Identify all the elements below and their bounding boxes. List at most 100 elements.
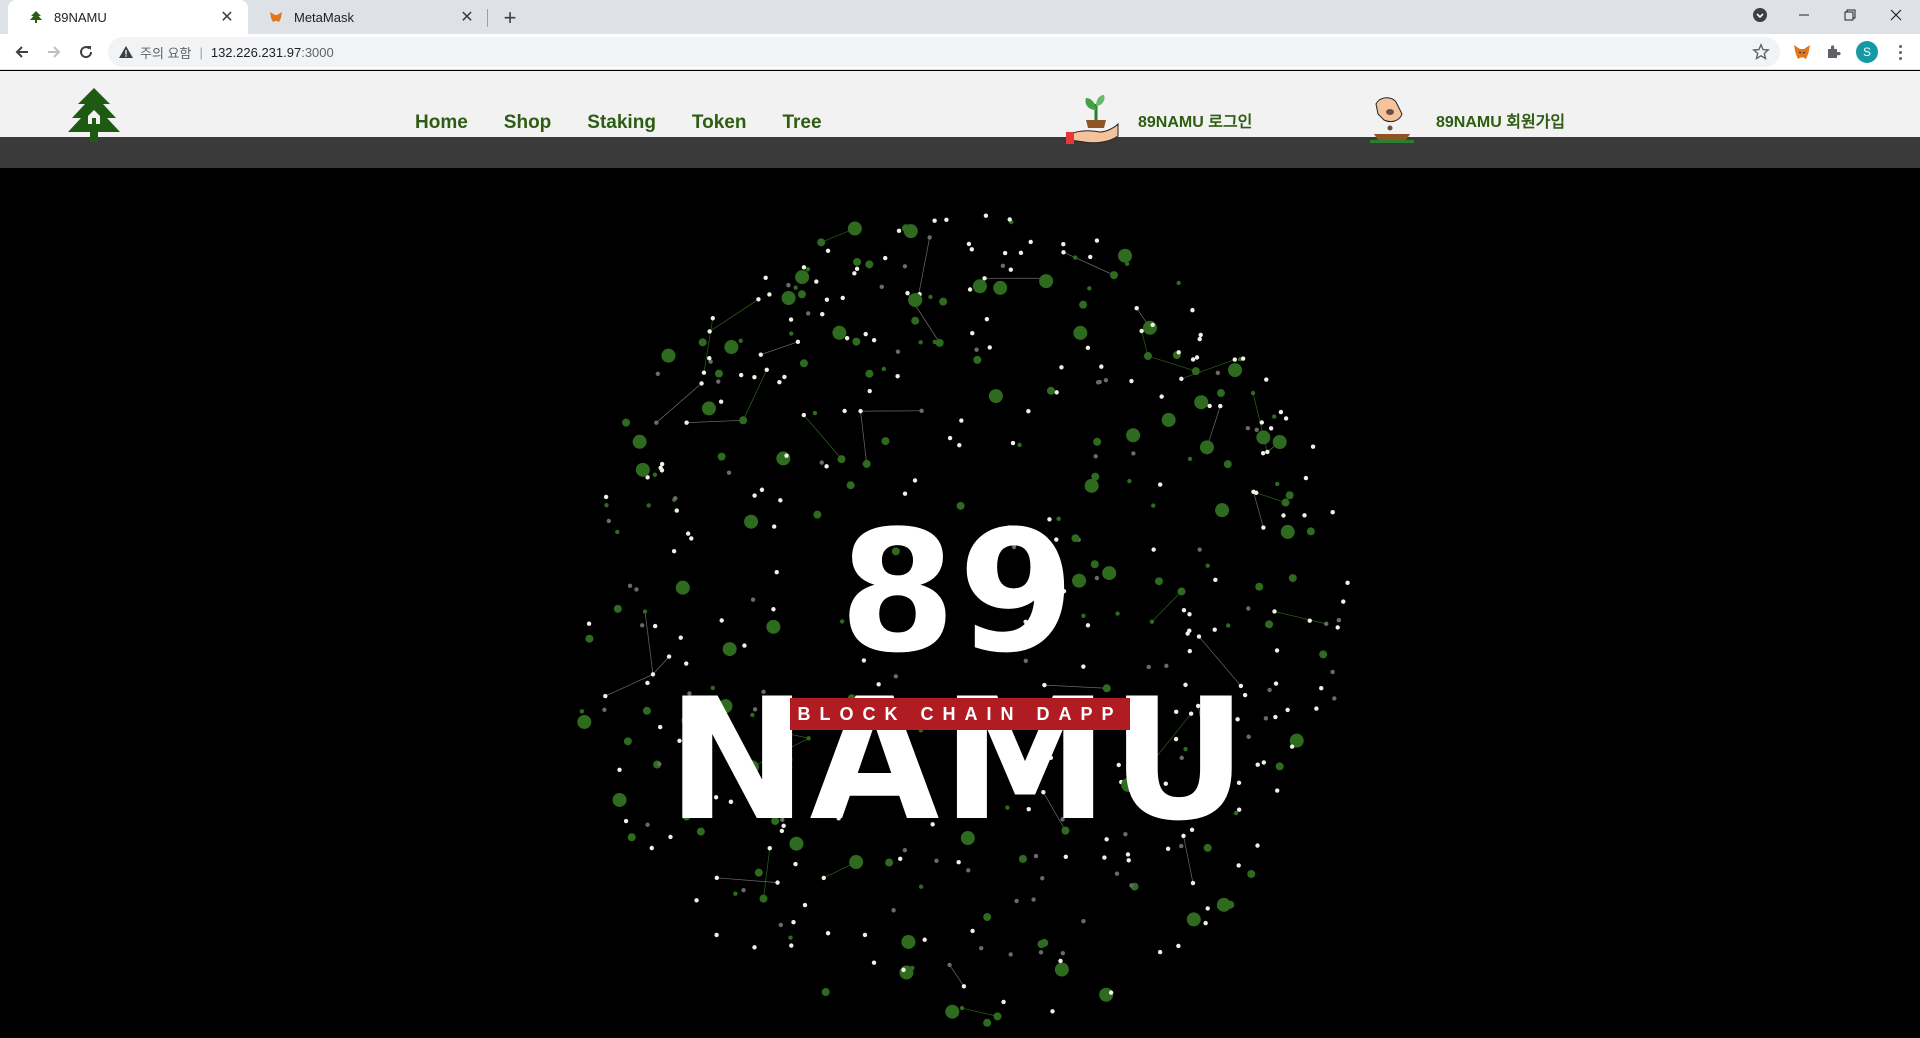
network-node [919,408,924,414]
network-node [1097,379,1102,385]
network-node [795,270,810,285]
network-node [1176,350,1181,355]
network-node [959,1005,965,1011]
reload-button[interactable] [72,38,100,66]
network-node [738,338,743,343]
network-node [1001,999,1006,1005]
network-node [754,868,763,877]
metamask-extension-icon[interactable] [1792,42,1812,62]
network-node [1008,267,1014,272]
browser-menu-button[interactable] [1890,40,1910,64]
restore-icon [1844,9,1856,21]
network-node [956,860,961,865]
network-link [709,299,759,332]
network-node [1161,412,1176,427]
tab-metamask[interactable]: MetaMask ✕ [248,0,488,34]
network-node [776,451,791,466]
network-node [961,984,967,989]
network-link [686,419,744,423]
tab-search-button[interactable] [1738,0,1782,30]
network-link [1147,355,1196,372]
nav-staking[interactable]: Staking [587,112,656,134]
network-node [1240,356,1246,361]
new-tab-button[interactable]: + [496,4,524,32]
network-node [1081,918,1086,924]
network-node [928,294,933,300]
puzzle-extensions-icon[interactable] [1824,42,1844,62]
browser-tab-strip: 89NAMU ✕ MetaMask ✕ + [0,0,1920,34]
network-node [824,464,829,469]
network-node [825,248,831,253]
network-link [760,341,799,355]
network-node [649,845,654,851]
restore-button[interactable] [1828,0,1872,30]
network-node [1271,414,1277,419]
network-node [784,453,789,458]
network-node [1129,883,1134,888]
network-node [959,418,964,423]
network-link [949,964,965,987]
warning-triangle-icon [119,46,133,58]
network-node [837,455,846,464]
network-node [983,213,989,218]
security-status-text[interactable]: 주의 요함 [140,43,191,62]
network-node [1179,376,1184,381]
network-node [752,374,757,380]
network-node [724,340,739,355]
close-window-button[interactable] [1874,0,1918,30]
tab-title: 89NAMU [54,9,107,25]
site-header [0,71,1920,137]
tab-89namu[interactable]: 89NAMU ✕ [8,0,248,34]
nav-home[interactable]: Home [415,112,468,134]
network-node [911,316,920,325]
network-node [984,316,990,322]
network-node [844,335,850,341]
network-node [718,399,724,404]
network-node [1017,442,1022,448]
network-node [902,224,911,233]
network-node [865,260,874,269]
back-button[interactable] [8,38,36,66]
network-node [901,967,906,973]
network-node [788,317,794,322]
network-node [1195,396,1204,405]
network-link [917,237,930,300]
network-node [1050,1009,1055,1014]
close-tab-icon[interactable]: ✕ [218,8,236,26]
profile-avatar[interactable]: S [1856,41,1878,63]
network-node [1259,420,1264,425]
close-tab-icon[interactable]: ✕ [458,8,476,26]
network-node [969,247,975,252]
network-node [767,292,772,297]
signup-link[interactable]: 89NAMU 회원가입 [1366,94,1565,146]
network-node [987,345,992,350]
network-node [1026,409,1031,414]
network-node [1264,377,1269,382]
network-node [1018,250,1024,256]
address-bar[interactable]: 주의 요함 | 132.226.231.97:3000 [108,37,1780,67]
site-logo[interactable] [56,86,132,158]
network-node [701,401,716,416]
network-node [935,338,944,347]
network-node [797,290,806,299]
main-navigation: Home Shop Staking Token Tree [415,112,822,134]
network-node [701,370,707,375]
network-node [1028,239,1033,245]
network-node [1039,274,1054,289]
nav-token[interactable]: Token [692,112,747,134]
bookmark-star-icon[interactable] [1752,43,1770,61]
network-node [739,416,748,425]
network-node [1218,403,1223,409]
network-node [852,271,857,276]
network-node [1254,427,1259,432]
network-node [632,434,647,449]
network-node [1159,394,1164,399]
login-link[interactable]: 89NAMU 로그인 [1066,94,1252,146]
nav-tree[interactable]: Tree [782,112,821,134]
minimize-button[interactable] [1782,0,1826,30]
network-node [1199,440,1214,455]
network-node [707,356,712,361]
minimize-icon [1799,14,1809,16]
nav-shop[interactable]: Shop [504,112,552,134]
forward-button[interactable] [40,38,68,66]
